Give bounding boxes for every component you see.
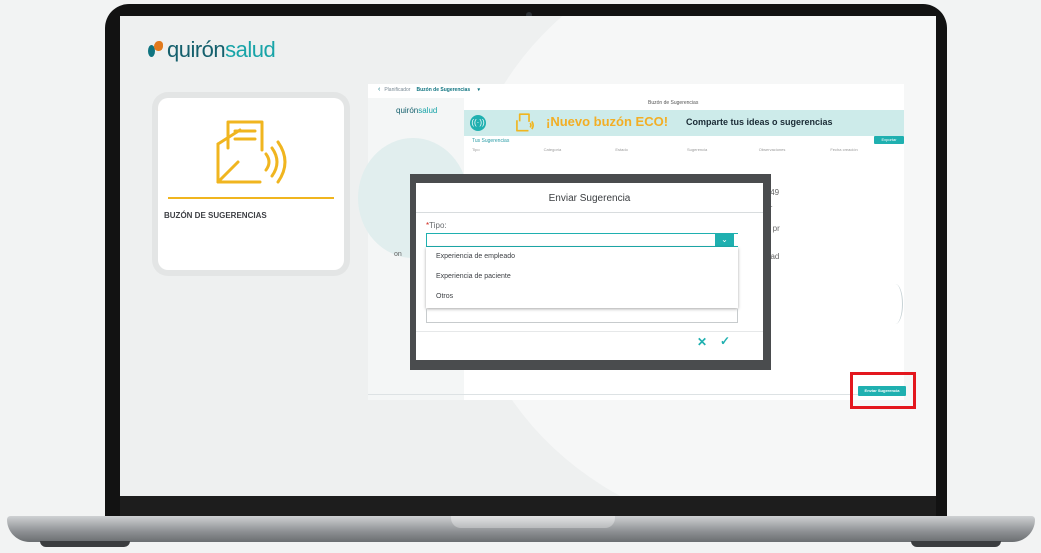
banner-subtitle: Comparte tus ideas o sugerencias	[686, 117, 833, 127]
divider	[416, 331, 763, 332]
option-employee-experience[interactable]: Experiencia de empleado	[426, 247, 738, 267]
breadcrumb-back[interactable]: Planificador	[384, 87, 410, 93]
mini-logo-part1: quirón	[396, 106, 419, 115]
laptop-foot	[40, 541, 130, 547]
highlight-box	[850, 372, 916, 409]
base-groove	[451, 516, 615, 528]
my-suggestions-label: Tus Sugerencias	[472, 138, 510, 144]
laptop-chin	[120, 496, 936, 518]
signal-icon: ((·))	[470, 115, 486, 131]
type-field-label: *Tipo:	[426, 221, 447, 230]
option-patient-experience[interactable]: Experiencia de paciente	[426, 267, 738, 287]
table-header: Tipo Categoría Estado Sugerencia Observa…	[472, 147, 902, 152]
decorative-curve	[888, 284, 903, 324]
breadcrumb: ‹ Planificador Buzón de Sugerencias ▾	[378, 86, 480, 93]
laptop-foot	[911, 541, 1001, 547]
screen: quirón salud BUZÓN DE SUGERENCIAS ‹ Planif…	[120, 16, 936, 496]
column-header[interactable]: Estado	[615, 147, 687, 152]
send-suggestion-dialog: Enviar Sugerencia *Tipo: ⌄ Experiencia d…	[416, 183, 763, 360]
back-chevron-icon[interactable]: ‹	[378, 86, 380, 93]
export-button[interactable]: Exportar	[874, 136, 904, 144]
column-header[interactable]: Categoría	[544, 147, 616, 152]
breadcrumb-current[interactable]: Buzón de Sugerencias	[416, 87, 470, 93]
column-header[interactable]: Sugerencia	[687, 147, 759, 152]
envelope-signal-icon	[216, 120, 287, 184]
column-header[interactable]: Tipo	[472, 147, 544, 152]
close-icon[interactable]: ✕	[697, 335, 707, 349]
type-options-list: Experiencia de empleado Experiencia de p…	[426, 247, 738, 308]
divider	[368, 394, 904, 395]
tile-divider	[168, 197, 334, 199]
dialog-title: Enviar Sugerencia	[548, 193, 631, 204]
tile-label: BUZÓN DE SUGERENCIAS	[164, 211, 267, 220]
mini-logo-part2: salud	[418, 106, 438, 115]
chevron-down-icon[interactable]: ⌄	[715, 233, 734, 247]
column-header[interactable]: Observaciones	[759, 147, 831, 152]
table-title: Buzón de Sugerencias	[648, 100, 699, 106]
logo-text-part2: salud	[225, 37, 276, 62]
mini-logo: quirónsalud	[396, 106, 437, 115]
logo-mark-icon	[148, 41, 164, 59]
check-icon[interactable]: ✓	[720, 334, 730, 348]
suggestion-textarea[interactable]	[426, 309, 738, 323]
banner-headline: ¡Nuevo buzón ECO!	[546, 114, 669, 129]
mini-envelope-icon	[516, 113, 534, 132]
type-select[interactable]	[426, 233, 738, 247]
type-label-text: Tipo:	[429, 221, 447, 230]
logo-text-part1: quirón	[167, 37, 226, 62]
promo-banner: ((·)) ¡Nuevo buzón ECO! Comparte tus ide…	[464, 110, 904, 136]
column-header[interactable]: Fecha creación	[830, 147, 902, 152]
option-other[interactable]: Otros	[426, 287, 738, 307]
suggestion-box-tile[interactable]: BUZÓN DE SUGERENCIAS	[158, 98, 344, 270]
laptop-base	[7, 516, 1035, 542]
side-text: on	[394, 251, 402, 258]
chevron-down-icon[interactable]: ▾	[476, 87, 480, 93]
divider	[416, 212, 763, 213]
quironsalud-logo: quirón salud	[148, 36, 276, 64]
